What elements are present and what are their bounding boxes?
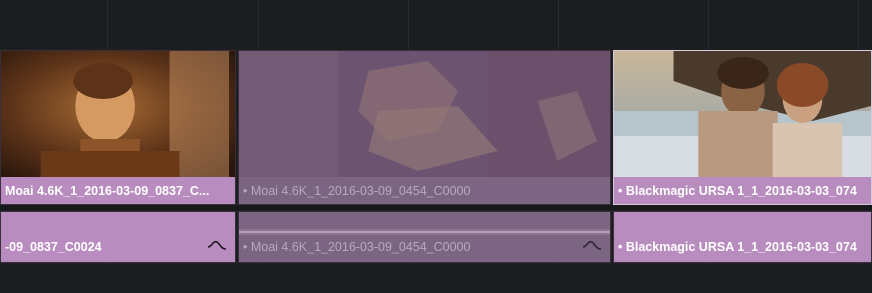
audio-clip-name: • Moai 4.6K_1_2016-03-09_0454_C0000 bbox=[243, 240, 471, 254]
video-clip-disabled[interactable]: • Moai 4.6K_1_2016-03-09_0454_C0000 bbox=[238, 50, 611, 205]
audio-clip-disabled[interactable]: • Moai 4.6K_1_2016-03-09_0454_C0000 bbox=[238, 211, 611, 263]
clip-name-bar: Moai 4.6K_1_2016-03-09_0837_C... bbox=[1, 177, 235, 204]
clip-name: • Moai 4.6K_1_2016-03-09_0454_C0000 bbox=[243, 184, 471, 198]
clip-name-bar: • Blackmagic URSA 1_1_2016-03-03_074 bbox=[614, 177, 871, 204]
audio-clip[interactable]: -09_0837_C0024 bbox=[0, 211, 236, 263]
clip-thumbnail bbox=[614, 51, 871, 177]
clip-name: • Blackmagic URSA 1_1_2016-03-03_074 bbox=[618, 184, 857, 198]
clip-name-bar: • Moai 4.6K_1_2016-03-09_0454_C0000 bbox=[239, 177, 610, 204]
clip-name: Moai 4.6K_1_2016-03-09_0837_C... bbox=[5, 184, 210, 198]
audio-clip[interactable]: • Blackmagic URSA 1_1_2016-03-03_074 bbox=[613, 211, 872, 263]
timeline-empty-track-area bbox=[0, 0, 872, 49]
video-clip-selected[interactable]: • Blackmagic URSA 1_1_2016-03-03_074 bbox=[613, 50, 872, 205]
track-divider bbox=[0, 205, 872, 210]
audio-clip-name: • Blackmagic URSA 1_1_2016-03-03_074 bbox=[618, 240, 857, 254]
timeline[interactable]: Moai 4.6K_1_2016-03-09_0837_C... • Moai … bbox=[0, 0, 872, 293]
clip-thumbnail bbox=[239, 51, 610, 177]
curve-icon[interactable] bbox=[207, 238, 227, 252]
audio-clip-name: -09_0837_C0024 bbox=[5, 240, 102, 254]
audio-waveform bbox=[239, 229, 610, 235]
clip-thumbnail bbox=[1, 51, 235, 177]
video-clip[interactable]: Moai 4.6K_1_2016-03-09_0837_C... bbox=[0, 50, 236, 205]
timeline-empty-track-area bbox=[0, 264, 872, 293]
curve-icon[interactable] bbox=[582, 238, 602, 252]
